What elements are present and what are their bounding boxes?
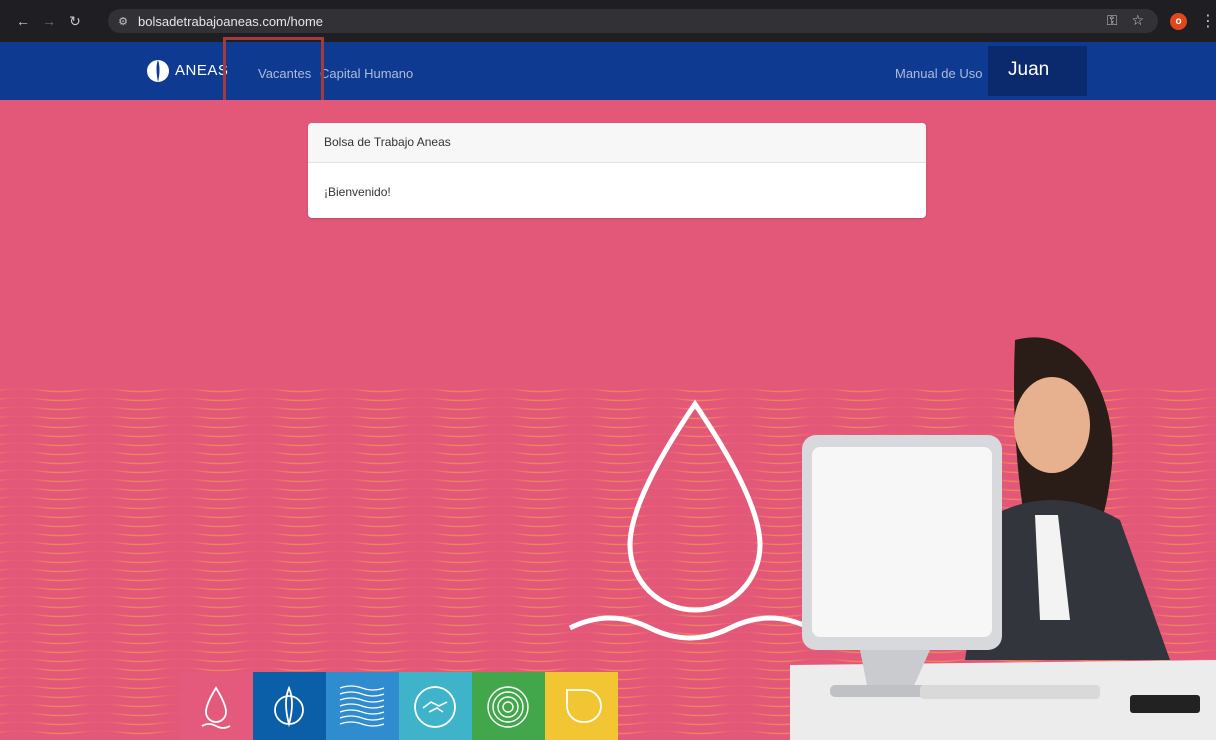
nav-link-vacantes[interactable]: Vacantes	[258, 66, 311, 81]
forward-arrow-icon[interactable]: →	[38, 10, 60, 32]
user-menu[interactable]: Juan	[988, 46, 1087, 96]
welcome-message: ¡Bienvenido!	[324, 185, 391, 199]
brand-link[interactable]: ANEAS	[145, 57, 228, 83]
bookmark-star-icon[interactable]: ☆	[1131, 12, 1144, 29]
nav-link-capital-humano[interactable]: Capital Humano	[320, 66, 413, 81]
aneas-logo-icon	[274, 685, 304, 728]
card-header: Bolsa de Trabajo Aneas	[308, 123, 926, 163]
url-text[interactable]: bolsadetrabajoaneas.com/home	[138, 14, 323, 29]
tile-leaf-shape	[545, 672, 618, 740]
tile-concentric-circles	[472, 672, 545, 740]
back-arrow-icon[interactable]: ←	[12, 10, 34, 32]
water-drop-icon	[201, 686, 231, 729]
concentric-circles-icon	[487, 686, 529, 728]
aneas-logo-icon	[147, 60, 169, 82]
password-key-icon[interactable]: ⚿	[1107, 12, 1118, 29]
leaf-shape-icon	[566, 689, 602, 723]
reload-icon[interactable]: ↻	[64, 10, 86, 32]
brand-name: ANEAS	[175, 61, 229, 79]
woman-computer-photo	[790, 337, 1216, 740]
tile-handshake	[399, 672, 472, 740]
browser-menu-icon[interactable]: ⋮	[1200, 11, 1216, 31]
welcome-card: Bolsa de Trabajo Aneas ¡Bienvenido!	[308, 123, 926, 218]
handshake-icon	[414, 686, 456, 728]
tile-aneas-logo	[253, 672, 326, 740]
nav-link-manual[interactable]: Manual de Uso	[895, 66, 982, 81]
feature-tiles	[180, 672, 618, 740]
tile-water-drop	[180, 672, 253, 740]
browser-toolbar: ← → ↻ ⚙ bolsadetrabajoaneas.com/home ⚿ ☆…	[0, 0, 1216, 42]
address-bar[interactable]: ⚙ bolsadetrabajoaneas.com/home ⚿ ☆	[108, 9, 1158, 33]
user-name: Juan	[1008, 59, 1050, 80]
waves-icon	[339, 685, 385, 727]
tile-waves	[326, 672, 399, 740]
profile-avatar[interactable]: o	[1170, 13, 1187, 30]
main-content: Bolsa de Trabajo Aneas ¡Bienvenido!	[0, 100, 1216, 740]
site-settings-icon[interactable]: ⚙	[114, 12, 132, 30]
site-navbar: ANEAS Vacantes Capital Humano Manual de …	[0, 42, 1216, 100]
